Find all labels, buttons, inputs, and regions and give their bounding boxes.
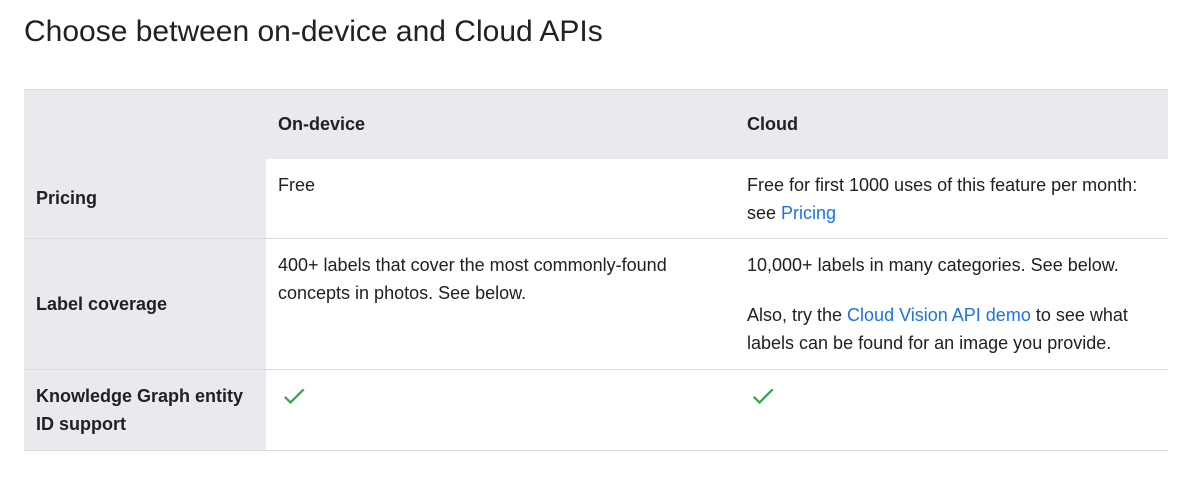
table-row: Pricing Free Free for first 1000 uses of… [24, 158, 1168, 239]
label-coverage-cloud-p2: Also, try the Cloud Vision API demo to s… [747, 301, 1156, 357]
pricing-cloud: Free for first 1000 uses of this feature… [735, 159, 1168, 239]
row-label-label-coverage: Label coverage [24, 238, 266, 370]
row-label-pricing: Pricing [24, 158, 266, 239]
check-icon [280, 382, 308, 410]
knowledge-graph-cloud [735, 370, 1168, 451]
label-coverage-cloud-p1: 10,000+ labels in many categories. See b… [747, 255, 1119, 275]
demo-text-before: Also, try the [747, 305, 848, 325]
knowledge-graph-on-device [266, 370, 735, 451]
table-row: Label coverage 400+ labels that cover th… [24, 238, 1168, 370]
table-row: Knowledge Graph entity ID support [24, 369, 1168, 451]
header-on-device: On-device [266, 89, 735, 159]
label-coverage-cloud: 10,000+ labels in many categories. See b… [735, 239, 1168, 370]
table-header-row: On-device Cloud [24, 89, 1168, 159]
row-label-knowledge-graph: Knowledge Graph entity ID support [24, 369, 266, 451]
label-coverage-on-device: 400+ labels that cover the most commonly… [278, 255, 667, 303]
pricing-link[interactable]: Pricing [781, 203, 836, 223]
header-cloud: Cloud [735, 89, 1168, 159]
cloud-vision-demo-link[interactable]: Cloud Vision API demo [847, 305, 1031, 325]
check-icon [749, 382, 777, 410]
page-title: Choose between on-device and Cloud APIs [24, 15, 603, 48]
header-empty-cell [24, 89, 266, 159]
comparison-table: On-device Cloud Pricing Free Free for fi… [24, 89, 1168, 451]
pricing-on-device: Free [278, 174, 316, 195]
